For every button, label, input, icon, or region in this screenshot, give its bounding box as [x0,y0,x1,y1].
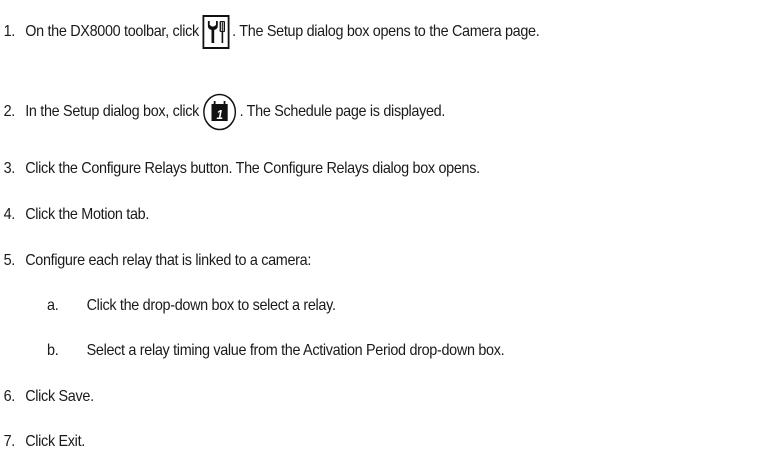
step-number: 7. [3,433,16,450]
step-number: 1. [3,23,16,40]
substep-b: b. Select a relay timing value from the … [47,341,505,361]
substep-text: Select a relay timing value from the Act… [86,342,505,359]
step-text: Click the Configure Relays button. The C… [25,160,480,177]
step-4: 4. Click the Motion tab. [0,205,150,225]
step-text-after-icon: . The Setup dialog box opens to the Came… [232,23,540,40]
substep-letter: a. [47,297,59,314]
step-1: 1. On the DX8000 toolbar, click . The Se… [0,15,540,49]
step-number: 6. [3,388,16,405]
substep-text: Click the drop-down box to select a rela… [86,297,336,314]
step-7: 7. Click Exit. [0,432,86,452]
step-2: 2. In the Setup dialog box, click 1 . Th… [0,93,445,131]
step-text: Click Save. [25,388,94,405]
step-text-after-icon: . The Schedule page is displayed. [239,103,446,120]
step-3: 3. Click the Configure Relays button. Th… [0,159,481,179]
step-number: 5. [3,252,16,269]
step-text: Click the Motion tab. [25,206,150,223]
step-6: 6. Click Save. [0,387,94,407]
step-number: 2. [3,103,16,120]
substep-a: a. Click the drop-down box to select a r… [47,296,336,316]
setup-tools-icon [202,15,230,49]
step-text-before-icon: In the Setup dialog box, click [25,103,200,120]
step-number: 3. [3,160,16,177]
step-text-before-icon: On the DX8000 toolbar, click [25,23,199,40]
procedure-document: 1. On the DX8000 toolbar, click . The Se… [0,0,783,467]
schedule-calendar-icon: 1 [203,93,237,131]
step-text: Click Exit. [25,433,85,450]
step-number: 4. [3,206,16,223]
step-5: 5. Configure each relay that is linked t… [0,251,312,271]
step-text: Configure each relay that is linked to a… [25,252,312,269]
calendar-day-number: 1 [217,107,224,122]
substep-letter: b. [47,342,59,359]
